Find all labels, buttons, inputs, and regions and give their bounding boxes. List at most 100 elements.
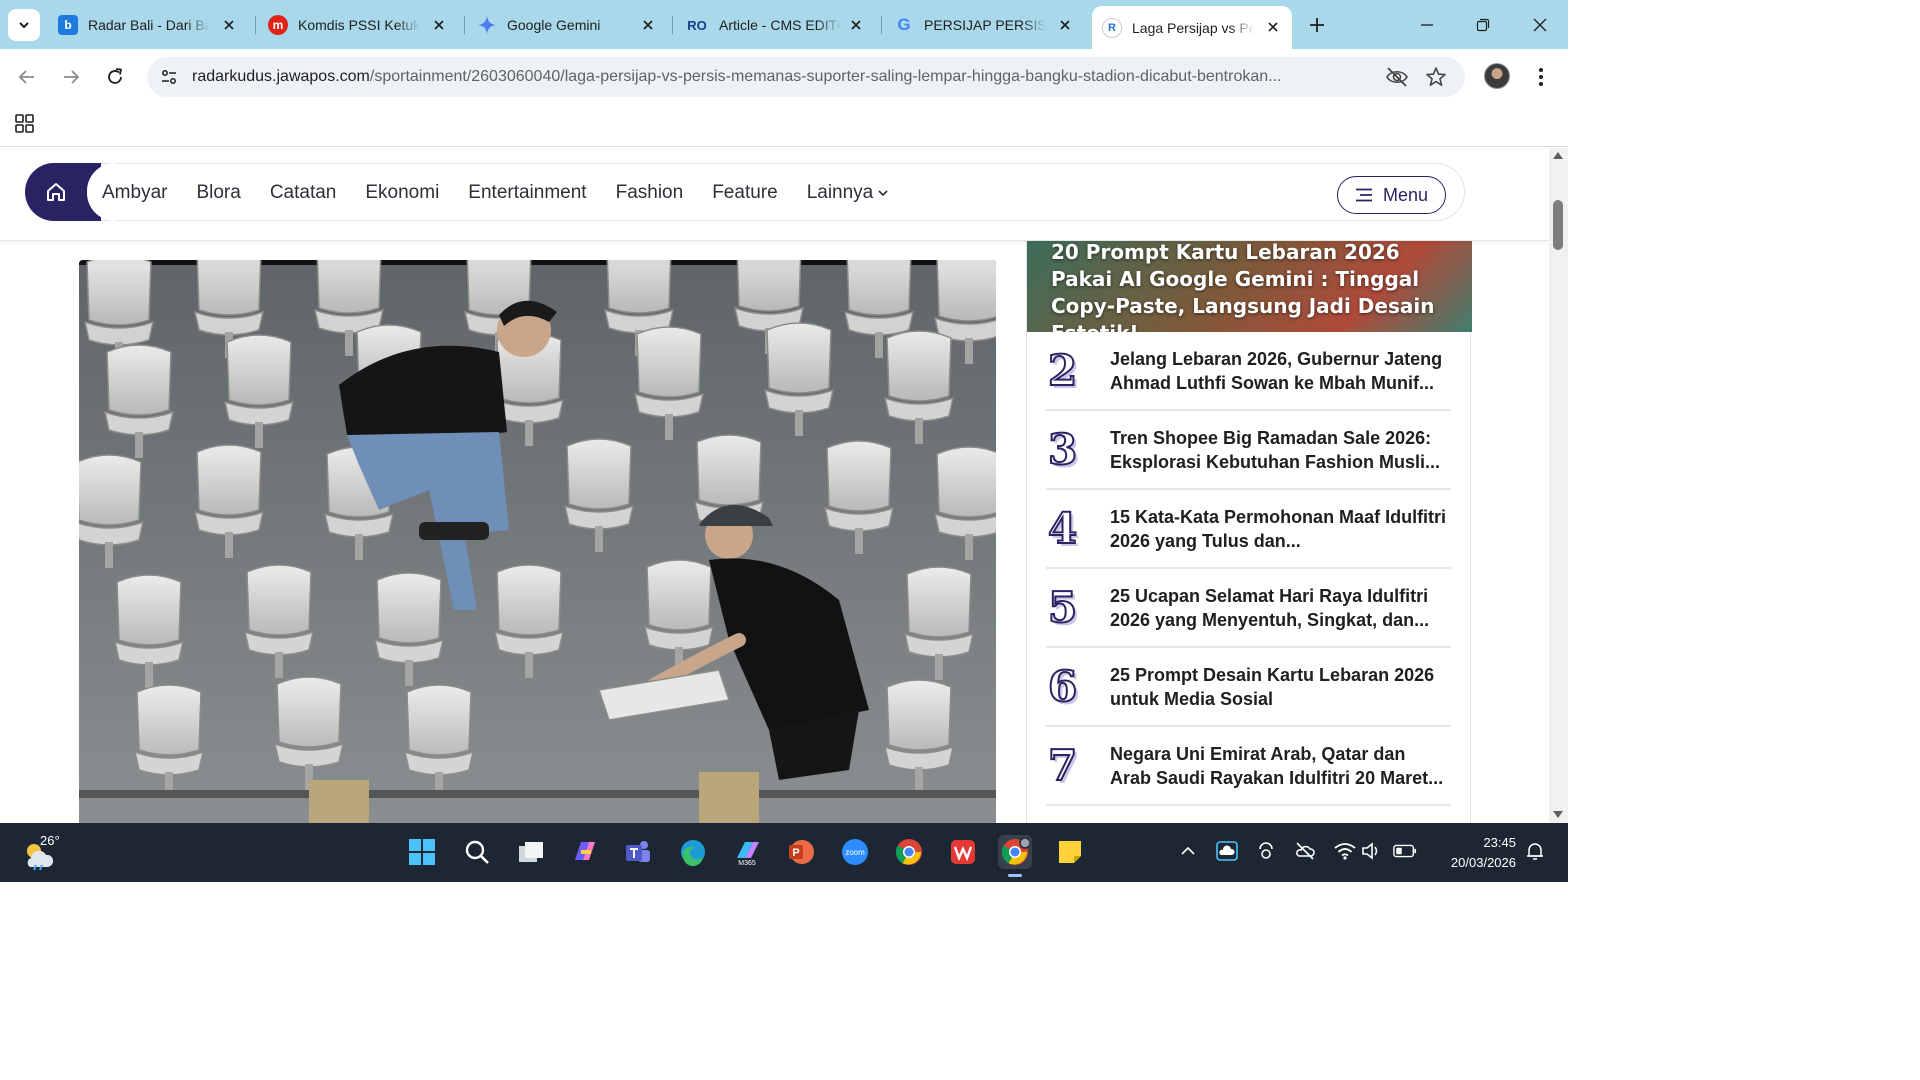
list-item[interactable]: 3 Tren Shopee Big Ramadan Sale 2026: Eks… [1046,411,1451,490]
start-button[interactable] [405,835,439,869]
copilot-app[interactable] [568,835,602,869]
show-hidden-icons-button[interactable] [1176,839,1200,863]
favicon-icon: b [58,15,78,35]
scroll-up-arrow-icon[interactable] [1553,152,1563,159]
tab-cms-editor[interactable]: RO Article - CMS EDITO [675,8,875,42]
close-icon[interactable] [639,16,657,34]
location-tray[interactable] [1254,839,1278,863]
svg-text:zoom: zoom [845,848,865,857]
windows-logo-icon [409,839,435,865]
featured-article-banner[interactable]: 20 Prompt Kartu Lebaran 2026 Pakai AI Go… [1027,241,1472,332]
tab-laga-persijap-active[interactable]: R Laga Persijap vs Pe [1092,6,1292,49]
home-button[interactable] [25,163,115,221]
article-link[interactable]: Negara Uni Emirat Arab, Qatar dan Arab S… [1110,742,1450,790]
close-icon[interactable] [1264,18,1282,36]
m365-app[interactable]: M365 [730,835,764,869]
wifi-icon [1334,843,1356,860]
nav-link-entertainment[interactable]: Entertainment [468,182,586,204]
eye-off-icon[interactable] [1385,66,1409,88]
nav-link-ambyar[interactable]: Ambyar [102,182,167,204]
nav-more-dropdown[interactable]: Lainnya [807,182,890,204]
bookmark-star-icon[interactable] [1425,66,1447,88]
system-clock[interactable]: 23:45 20/03/2026 [1434,833,1516,873]
volume-tray[interactable] [1360,839,1384,863]
scroll-down-arrow-icon[interactable] [1553,811,1563,818]
url-text[interactable]: radarkudus.jawapos.com/sportainment/2603… [192,68,1372,86]
nav-link-feature[interactable]: Feature [712,182,777,204]
tab-title: Article - CMS EDITO [719,17,841,33]
close-icon[interactable] [847,16,865,34]
weather-widget[interactable]: 26° [22,833,70,873]
notification-bell-icon [1527,843,1543,860]
onedrive-tray[interactable] [1215,839,1239,863]
chrome-app[interactable] [892,835,926,869]
gemini-icon [477,15,497,35]
list-item[interactable]: 6 25 Prompt Desain Kartu Lebaran 2026 un… [1046,648,1451,727]
plus-icon [1310,18,1324,32]
article-link[interactable]: Jelang Lebaran 2026, Gubernur Jateng Ahm… [1110,347,1450,395]
close-icon[interactable] [220,16,238,34]
minimize-button[interactable] [1414,12,1440,38]
tab-komdis[interactable]: m Komdis PSSI Ketuk [258,8,458,42]
active-indicator [1008,874,1022,877]
restore-button[interactable] [1470,12,1496,38]
chrome-profile-app-active[interactable] [998,835,1032,877]
scrollbar-thumb[interactable] [1553,200,1563,250]
edge-app[interactable] [676,835,710,869]
taskbar-search-button[interactable] [460,835,494,869]
chevron-down-icon [878,190,888,197]
featured-article-title[interactable]: 20 Prompt Kartu Lebaran 2026 Pakai AI Go… [1051,241,1451,332]
zoom-icon: zoom [842,839,868,865]
article-link[interactable]: 25 Prompt Desain Kartu Lebaran 2026 untu… [1110,663,1450,711]
article-link[interactable]: 15 Kata-Kata Permohonan Maaf Idulfitri 2… [1110,505,1450,553]
list-item[interactable]: 4 15 Kata-Kata Permohonan Maaf Idulfitri… [1046,490,1451,569]
task-view-button[interactable] [514,835,548,869]
forward-button[interactable] [57,63,85,91]
powerpoint-icon: P [789,840,814,864]
tab-google-search[interactable]: G PERSIJAP PERSIS R [884,8,1084,42]
teams-app[interactable] [621,835,655,869]
menu-button[interactable]: Menu [1337,176,1446,214]
list-item[interactable]: 2 Jelang Lebaran 2026, Gubernur Jateng A… [1046,332,1451,411]
m365-icon: M365 [737,842,759,866]
nav-link-blora[interactable]: Blora [196,182,240,204]
zoom-app[interactable]: zoom [838,835,872,869]
wps-app[interactable] [946,835,980,869]
battery-icon [1393,844,1417,858]
list-item[interactable]: 7 Negara Uni Emirat Arab, Qatar dan Arab… [1046,727,1451,806]
stadium-seats-image [79,260,996,823]
nav-links: Ambyar Blora Catatan Ekonomi Entertainme… [102,182,889,204]
address-bar[interactable]: radarkudus.jawapos.com/sportainment/2603… [147,57,1465,97]
nav-link-ekonomi[interactable]: Ekonomi [365,182,439,204]
tab-radar-bali[interactable]: b Radar Bali - Dari Ba [48,8,248,42]
apps-grid-icon[interactable] [14,113,36,135]
nav-link-fashion[interactable]: Fashion [616,182,684,204]
browser-menu-button[interactable] [1528,63,1554,91]
tab-gemini[interactable]: Google Gemini [467,8,667,42]
back-button[interactable] [13,63,41,91]
page-scrollbar[interactable] [1549,148,1568,823]
article-link[interactable]: 25 Ucapan Selamat Hari Raya Idulfitri 20… [1110,584,1450,632]
mic-tray[interactable] [1293,839,1317,863]
wifi-tray[interactable] [1333,839,1357,863]
reload-button[interactable] [101,63,129,91]
site-info-icon[interactable] [157,65,181,89]
close-window-button[interactable] [1527,12,1553,38]
tab-title: Komdis PSSI Ketuk [298,17,420,33]
profile-avatar[interactable] [1484,63,1510,89]
tab-search-button[interactable] [8,9,40,41]
article-photo [79,260,996,823]
list-item[interactable]: 5 25 Ucapan Selamat Hari Raya Idulfitri … [1046,569,1451,648]
hamburger-icon [1355,188,1372,202]
sticky-notes-app[interactable] [1053,835,1087,869]
new-tab-button[interactable] [1303,11,1331,39]
wps-icon [951,840,975,864]
reload-icon [108,68,123,84]
close-icon[interactable] [1056,16,1074,34]
powerpoint-app[interactable]: P [784,835,818,869]
article-link[interactable]: Tren Shopee Big Ramadan Sale 2026: Ekspl… [1110,426,1450,474]
close-icon[interactable] [430,16,448,34]
battery-tray[interactable] [1393,839,1417,863]
notification-center-button[interactable] [1523,839,1547,863]
nav-link-catatan[interactable]: Catatan [270,182,337,204]
